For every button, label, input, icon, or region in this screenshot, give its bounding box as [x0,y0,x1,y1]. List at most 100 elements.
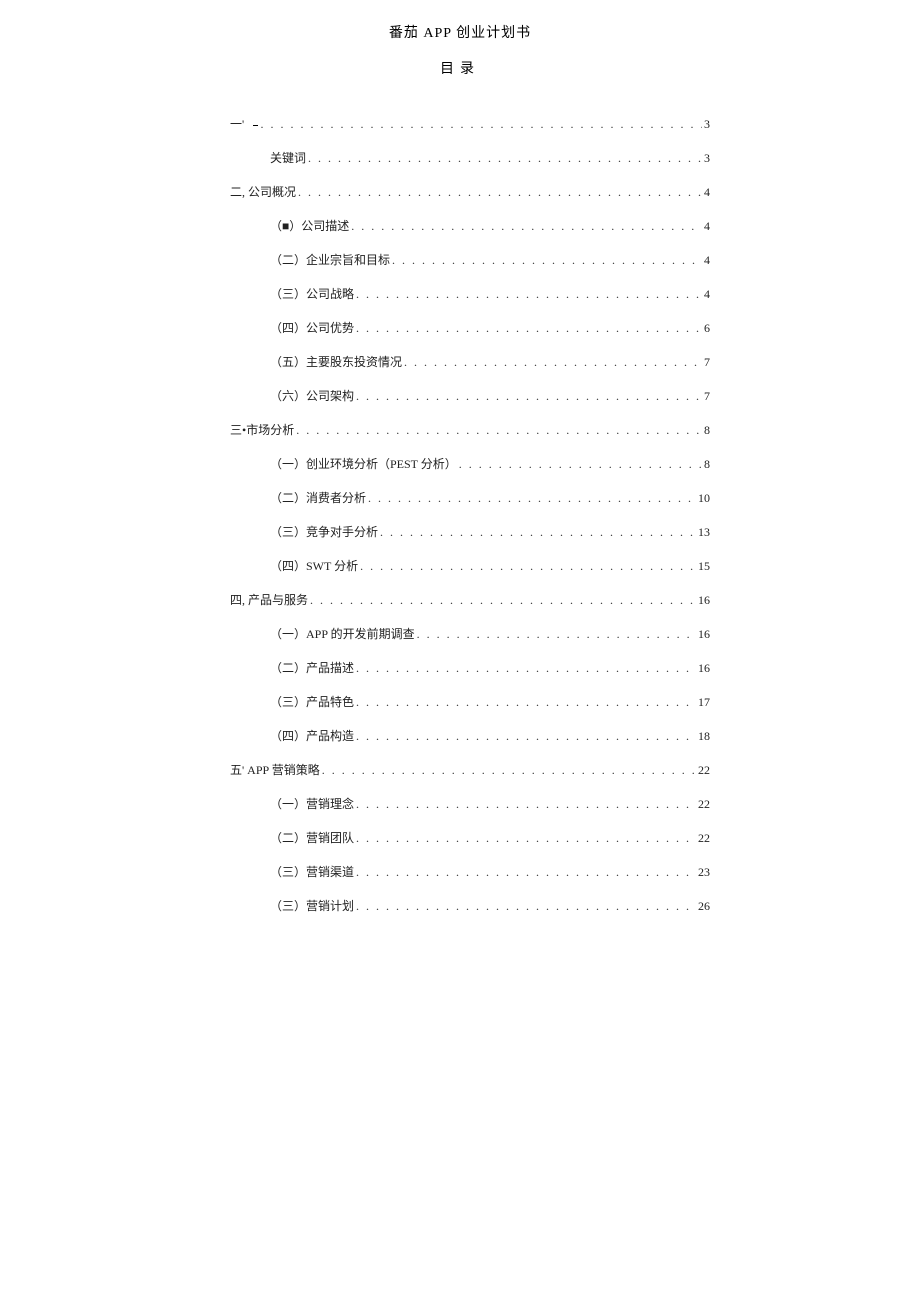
toc-entry: （六）公司架构 7 [230,390,710,402]
table-of-contents: 一'3关键词3二, 公司概况4（■）公司描述4（二）企业宗旨和目标4（三）公司战… [230,118,710,912]
toc-entry-label: （■）公司描述 [270,220,351,232]
dot-leader [356,662,696,674]
toc-entry: （二）产品描述 16 [230,662,710,674]
toc-entry-label: （一）营销理念 [270,798,356,810]
toc-entry: （一）APP 的开发前期调查 16 [230,628,710,640]
toc-entry-label: （一）创业环境分析（PEST 分析） [270,458,459,470]
toc-entry-page: 7 [702,390,710,402]
toc-entry: （二）企业宗旨和目标 4 [230,254,710,266]
dot-leader [260,118,702,130]
dot-leader [368,492,696,504]
toc-entry: （四）公司优势 6 [230,322,710,334]
toc-entry-label: （二）营销团队 [270,832,356,844]
toc-entry-page: 22 [696,832,710,844]
toc-entry-page: 17 [696,696,710,708]
toc-entry: （■）公司描述 4 [230,220,710,232]
toc-entry-label: （三）营销渠道 [270,866,356,878]
toc-entry-label: （三）公司战略 [270,288,356,300]
dot-leader [356,832,696,844]
dot-leader [308,152,702,164]
toc-entry-label: 四, 产品与服务 [230,594,310,606]
toc-entry-page: 4 [702,186,710,198]
toc-entry-label: （三）竞争对手分析 [270,526,380,538]
toc-entry: （二）消费者分析 10 [230,492,710,504]
toc-entry: 一'3 [230,118,710,130]
dot-leader [351,220,702,232]
toc-entry-label: （三）产品特色 [270,696,356,708]
toc-entry-page: 4 [702,288,710,300]
toc-entry: （一）营销理念 22 [230,798,710,810]
toc-entry: 关键词 3 [230,152,710,164]
underscore-icon [253,125,259,126]
toc-entry-page: 8 [702,424,710,436]
dot-leader [356,900,696,912]
toc-entry: （二）营销团队 22 [230,832,710,844]
toc-entry: 四, 产品与服务 16 [230,594,710,606]
toc-entry-label: （三）营销计划 [270,900,356,912]
toc-entry: （三）产品特色 17 [230,696,710,708]
toc-entry: 二, 公司概况 4 [230,186,710,198]
toc-entry-label: （一）APP 的开发前期调查 [270,628,417,640]
document-title: 番茄 APP 创业计划书 [0,22,920,42]
toc-entry: （三）竞争对手分析 13 [230,526,710,538]
toc-entry: （四）SWT 分析 15 [230,560,710,572]
toc-entry-label: （二）产品描述 [270,662,356,674]
toc-entry-page: 15 [696,560,710,572]
dot-leader [380,526,696,538]
toc-entry: （三）公司战略 4 [230,288,710,300]
dot-leader [356,696,696,708]
toc-entry: （三）营销计划 26 [230,900,710,912]
toc-entry-page: 8 [702,458,710,470]
toc-entry-page: 26 [696,900,710,912]
dot-leader [356,322,702,334]
toc-entry: （三）营销渠道 23 [230,866,710,878]
dot-leader [356,390,702,402]
toc-entry-page: 16 [696,628,710,640]
toc-entry-label: （二）企业宗旨和目标 [270,254,392,266]
toc-entry-page: 3 [702,118,710,130]
toc-entry-page: 4 [702,254,710,266]
toc-entry-page: 3 [702,152,710,164]
dot-leader [310,594,696,606]
toc-entry-page: 22 [696,764,710,776]
toc-entry: 三•市场分析 8 [230,424,710,436]
toc-heading: 目录 [0,58,920,78]
dot-leader [356,866,696,878]
dot-leader [356,288,702,300]
toc-entry-label: （五）主要股东投资情况 [270,356,404,368]
toc-entry: 五' APP 营销策略 22 [230,764,710,776]
toc-entry-label: （四）产品构造 [270,730,356,742]
toc-entry: （一）创业环境分析（PEST 分析） 8 [230,458,710,470]
toc-entry-page: 23 [696,866,710,878]
toc-entry-page: 10 [696,492,710,504]
toc-entry-label: 五' APP 营销策略 [230,764,322,776]
dot-leader [322,764,696,776]
toc-entry-label: 三•市场分析 [230,424,296,436]
toc-entry-page: 13 [696,526,710,538]
toc-entry-page: 18 [696,730,710,742]
dot-leader [356,730,696,742]
toc-entry-page: 7 [702,356,710,368]
toc-entry-page: 16 [696,594,710,606]
toc-entry-label: 关键词 [270,152,308,164]
dot-leader [360,560,696,572]
toc-entry: （四）产品构造 18 [230,730,710,742]
dot-leader [404,356,702,368]
toc-entry-label: （四）公司优势 [270,322,356,334]
toc-entry-label: （六）公司架构 [270,390,356,402]
toc-entry-page: 22 [696,798,710,810]
toc-entry-page: 4 [702,220,710,232]
document-page: 番茄 APP 创业计划书 目录 一'3关键词3二, 公司概况4（■）公司描述4（… [0,0,920,1301]
dot-leader [459,458,702,470]
toc-entry-label: （二）消费者分析 [270,492,368,504]
toc-entry-label: （四）SWT 分析 [270,560,360,572]
toc-entry-page: 6 [702,322,710,334]
dot-leader [417,628,696,640]
toc-entry-page: 16 [696,662,710,674]
toc-entry: （五）主要股东投资情况 7 [230,356,710,368]
dot-leader [296,424,702,436]
dot-leader [298,186,702,198]
toc-entry-label: 二, 公司概况 [230,186,298,198]
dot-leader [356,798,696,810]
dot-leader [392,254,702,266]
